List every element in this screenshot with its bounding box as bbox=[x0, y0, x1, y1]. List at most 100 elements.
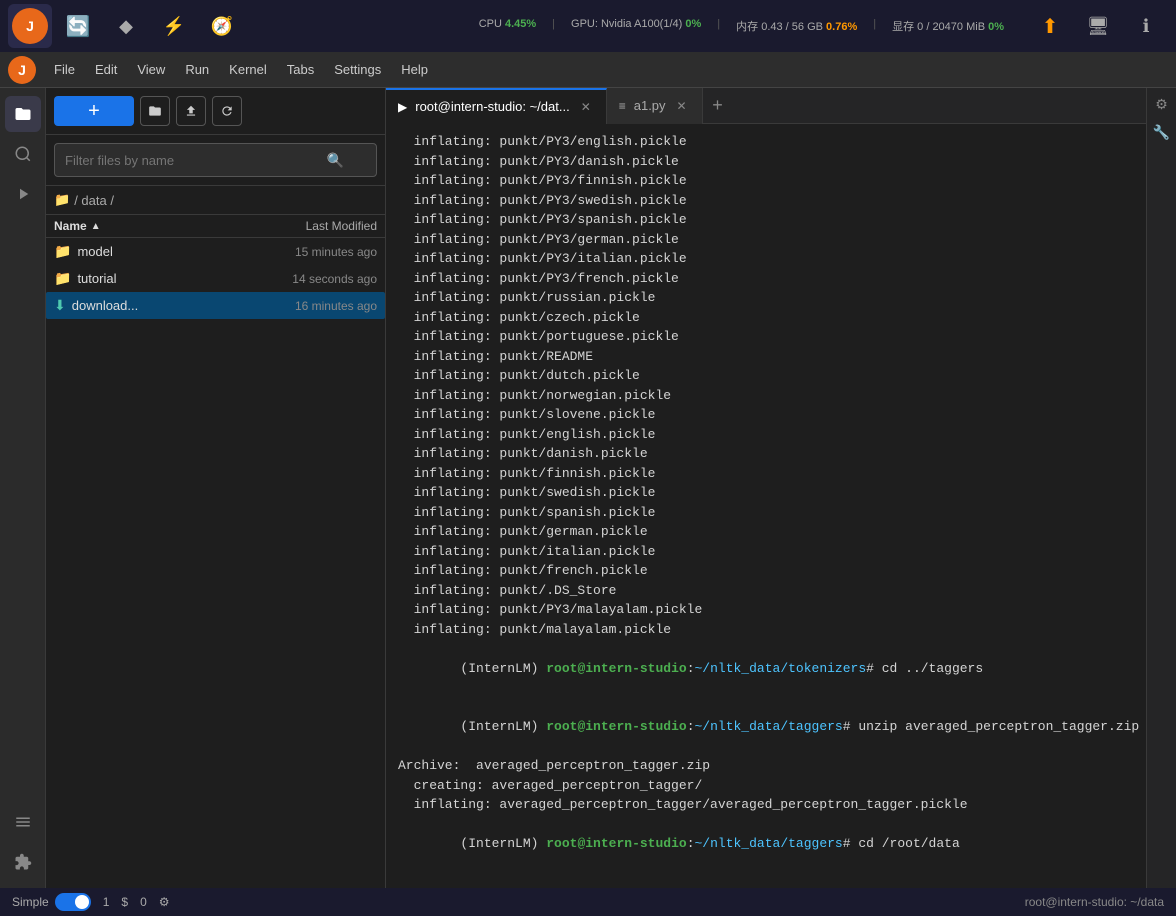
display-icon[interactable]: 🖥 bbox=[1076, 4, 1120, 48]
gpu-metric: GPU: Nvidia A100(1/4) 0% bbox=[571, 18, 701, 34]
tabs-bar: ▶ root@intern-studio: ~/dat... ✕ ≡ a1.py… bbox=[386, 88, 1146, 124]
activity-bar bbox=[0, 88, 46, 888]
terminal-line: inflating: punkt/.DS_Store bbox=[398, 581, 1134, 601]
logo-icon[interactable]: J bbox=[8, 4, 52, 48]
terminal-line: inflating: punkt/swedish.pickle bbox=[398, 483, 1134, 503]
tab-terminal-close[interactable]: ✕ bbox=[578, 99, 594, 115]
menu-view[interactable]: View bbox=[127, 58, 175, 81]
tab-terminal[interactable]: ▶ root@intern-studio: ~/dat... ✕ bbox=[386, 88, 607, 124]
info-icon[interactable]: ℹ bbox=[1124, 4, 1168, 48]
vscode-icon[interactable]: ⚡ bbox=[152, 4, 196, 48]
cpu-value: 4.45% bbox=[505, 18, 536, 30]
breadcrumb: 📁 / data / bbox=[46, 186, 385, 215]
tab-terminal-icon: ▶ bbox=[398, 100, 407, 114]
status-simple-label: Simple bbox=[12, 895, 49, 909]
terminal-area[interactable]: inflating: punkt/PY3/english.pickle infl… bbox=[386, 124, 1146, 888]
app-logo: J bbox=[12, 8, 48, 44]
settings-gear-icon[interactable]: ⚙ bbox=[1150, 92, 1174, 116]
terminal-line: inflating: punkt/spanish.pickle bbox=[398, 503, 1134, 523]
status-bar: Simple 1 $ 0 ⚙ root@intern-studio: ~/dat… bbox=[0, 888, 1176, 916]
menu-logo: J bbox=[8, 56, 36, 84]
status-hostname: root@intern-studio: ~/data bbox=[1025, 895, 1164, 909]
tab-py-close[interactable]: ✕ bbox=[674, 98, 690, 114]
settings-extension-icon[interactable]: 🔧 bbox=[1150, 120, 1174, 144]
status-dollar-icon: $ bbox=[121, 895, 128, 909]
system-metrics: CPU 4.45% | GPU: Nvidia A100(1/4) 0% | 内… bbox=[479, 18, 1004, 34]
terminal-line: inflating: punkt/german.pickle bbox=[398, 522, 1134, 542]
col-modified-header[interactable]: Last Modified bbox=[306, 219, 377, 233]
menu-help[interactable]: Help bbox=[391, 58, 438, 81]
file-modified-tutorial: 14 seconds ago bbox=[292, 272, 377, 286]
menu-file[interactable]: File bbox=[44, 58, 85, 81]
terminal-prompt-1: (InternLM) root@intern-studio:~/nltk_dat… bbox=[398, 639, 1134, 698]
tab-add-button[interactable]: + bbox=[703, 88, 733, 124]
status-toggle[interactable] bbox=[55, 893, 91, 911]
menu-tabs[interactable]: Tabs bbox=[277, 58, 324, 81]
breadcrumb-text: / data / bbox=[74, 193, 114, 208]
terminal-line: inflating: punkt/italian.pickle bbox=[398, 542, 1134, 562]
kernel-icon[interactable]: ◆ bbox=[104, 4, 148, 48]
status-gear-icon[interactable]: ⚙ bbox=[159, 895, 170, 909]
terminal-line: inflating: punkt/slovene.pickle bbox=[398, 405, 1134, 425]
breadcrumb-folder-icon: 📁 bbox=[54, 192, 70, 208]
file-list-header: Name ▲ Last Modified bbox=[46, 215, 385, 238]
file-item-download[interactable]: ⬇ download... 16 minutes ago bbox=[46, 292, 385, 319]
main-content: + 🔍 📁 / data / Name ▲ bbox=[0, 88, 1176, 888]
cpu-metric: CPU 4.45% bbox=[479, 18, 536, 34]
tf-icon[interactable]: ⬆ bbox=[1028, 4, 1072, 48]
terminal-line: inflating: punkt/PY3/italian.pickle bbox=[398, 249, 1134, 269]
file-name-download: download... bbox=[72, 298, 295, 313]
terminal-line: inflating: averaged_perceptron_tagger/av… bbox=[398, 795, 1134, 815]
terminal-line: inflating: punkt/dutch.pickle bbox=[398, 366, 1134, 386]
activity-list[interactable] bbox=[5, 804, 41, 840]
new-file-button[interactable]: + bbox=[54, 96, 134, 126]
search-icon: 🔍 bbox=[327, 152, 344, 169]
terminal-line: inflating: punkt/PY3/german.pickle bbox=[398, 230, 1134, 250]
terminal-prompt-3: (InternLM) root@intern-studio:~/nltk_dat… bbox=[398, 815, 1134, 874]
tab-py-label: a1.py bbox=[634, 98, 666, 113]
terminal-line: inflating: punkt/PY3/french.pickle bbox=[398, 269, 1134, 289]
mem-metric: 内存 0.43 / 56 GB 0.76% bbox=[736, 18, 857, 34]
search-container: 🔍 bbox=[46, 135, 385, 186]
menu-kernel[interactable]: Kernel bbox=[219, 58, 277, 81]
upload-button[interactable] bbox=[176, 96, 206, 126]
new-folder-button[interactable] bbox=[140, 96, 170, 126]
terminal-line: inflating: punkt/malayalam.pickle bbox=[398, 620, 1134, 640]
status-simple: Simple bbox=[12, 893, 91, 911]
terminal-line: inflating: punkt/norwegian.pickle bbox=[398, 386, 1134, 406]
tab-terminal-label: root@intern-studio: ~/dat... bbox=[415, 99, 569, 114]
activity-puzzle[interactable] bbox=[5, 844, 41, 880]
tab-py[interactable]: ≡ a1.py ✕ bbox=[607, 88, 703, 124]
file-item-model[interactable]: 📁 model 15 minutes ago bbox=[46, 238, 385, 265]
terminal-line: inflating: punkt/PY3/spanish.pickle bbox=[398, 210, 1134, 230]
terminal-prompt-2: (InternLM) root@intern-studio:~/nltk_dat… bbox=[398, 698, 1134, 757]
right-panel: ▶ root@intern-studio: ~/dat... ✕ ≡ a1.py… bbox=[386, 88, 1146, 888]
search-input[interactable] bbox=[65, 153, 327, 168]
folder-icon: 📁 bbox=[54, 243, 71, 260]
folder-icon-2: 📁 bbox=[54, 270, 71, 287]
download-icon: ⬇ bbox=[54, 297, 66, 314]
activity-folder[interactable] bbox=[5, 96, 41, 132]
menu-edit[interactable]: Edit bbox=[85, 58, 127, 81]
top-bar: J 🔄 ◆ ⚡ 🧭 CPU 4.45% | GPU: Nvidia A100(1… bbox=[0, 0, 1176, 52]
activity-search[interactable] bbox=[5, 136, 41, 172]
tab-py-icon: ≡ bbox=[619, 99, 626, 113]
refresh-button[interactable] bbox=[212, 96, 242, 126]
col-name-header[interactable]: Name ▲ bbox=[54, 219, 306, 233]
file-modified-model: 15 minutes ago bbox=[295, 245, 377, 259]
reload-icon[interactable]: 🔄 bbox=[56, 4, 100, 48]
search-box[interactable]: 🔍 bbox=[54, 143, 377, 177]
menu-bar: J File Edit View Run Kernel Tabs Setting… bbox=[0, 52, 1176, 88]
menu-settings[interactable]: Settings bbox=[324, 58, 391, 81]
menu-run[interactable]: Run bbox=[175, 58, 219, 81]
file-name-tutorial: tutorial bbox=[77, 271, 292, 286]
status-count-2: 0 bbox=[140, 895, 147, 909]
activity-run[interactable] bbox=[5, 176, 41, 212]
file-item-tutorial[interactable]: 📁 tutorial 14 seconds ago bbox=[46, 265, 385, 292]
terminal-line: inflating: punkt/finnish.pickle bbox=[398, 464, 1134, 484]
terminal-line: inflating: punkt/portuguese.pickle bbox=[398, 327, 1134, 347]
status-count-1: 1 bbox=[103, 895, 110, 909]
compass-icon[interactable]: 🧭 bbox=[200, 4, 244, 48]
terminal-line: inflating: punkt/czech.pickle bbox=[398, 308, 1134, 328]
status-right: root@intern-studio: ~/data bbox=[1025, 895, 1164, 909]
